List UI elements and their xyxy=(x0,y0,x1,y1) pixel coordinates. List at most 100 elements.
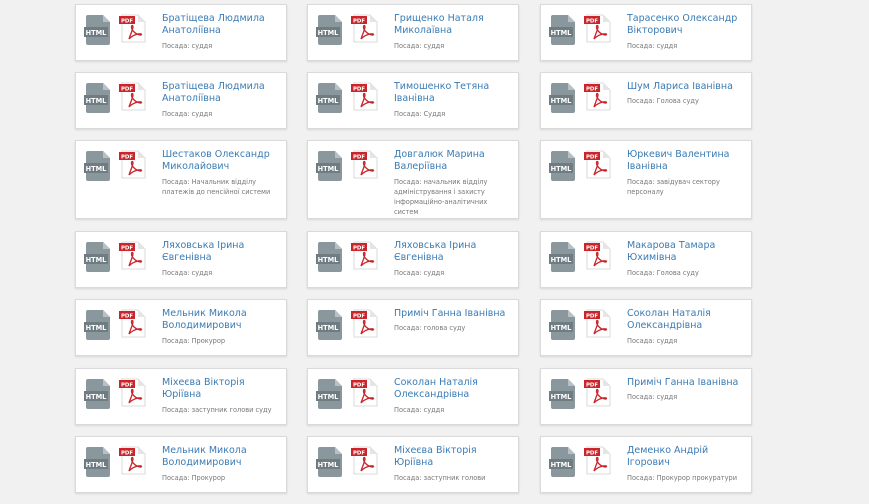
pdf-file-icon[interactable]: PDF xyxy=(584,81,612,111)
html-file-icon[interactable]: HTML xyxy=(316,83,344,113)
svg-text:PDF: PDF xyxy=(586,245,598,251)
svg-text:HTML: HTML xyxy=(551,461,573,469)
html-file-icon[interactable]: HTML xyxy=(84,15,112,45)
person-name-link[interactable]: Грищенко Наталя Миколаївна xyxy=(394,13,512,37)
person-name-link[interactable]: Тарасенко Олександр Вікторович xyxy=(627,13,745,37)
declaration-card: HTML PDF Юркевич Валентина Іванівна Поса… xyxy=(540,140,752,219)
person-name-link[interactable]: Шум Лариса Іванівна xyxy=(627,81,745,93)
position-text: Посада: суддя xyxy=(162,269,213,277)
position-text: Посада: суддя xyxy=(394,42,445,50)
declaration-card: HTML PDF Приміч Ганна Іванівна Посада: г… xyxy=(307,299,519,356)
html-file-icon[interactable]: HTML xyxy=(84,379,112,409)
position-text: Посада: Начальник відділу платежів до пе… xyxy=(162,178,271,196)
person-name-link[interactable]: Соколан Наталія Олександрівна xyxy=(394,377,512,401)
svg-text:HTML: HTML xyxy=(318,97,340,105)
html-file-icon[interactable]: HTML xyxy=(316,310,344,340)
declaration-card: HTML PDF Мельник Микола Володимирович По… xyxy=(75,299,287,356)
declaration-card: HTML PDF Соколан Наталія Олександрівна П… xyxy=(307,368,519,425)
html-file-icon[interactable]: HTML xyxy=(549,447,577,477)
person-name-link[interactable]: Тимошенко Тетяна Іванівна xyxy=(394,81,512,105)
html-file-icon[interactable]: HTML xyxy=(316,379,344,409)
html-file-icon[interactable]: HTML xyxy=(84,310,112,340)
svg-text:PDF: PDF xyxy=(353,313,365,319)
html-file-icon[interactable]: HTML xyxy=(316,447,344,477)
html-file-icon[interactable]: HTML xyxy=(549,310,577,340)
pdf-file-icon[interactable]: PDF xyxy=(584,445,612,475)
pdf-file-icon[interactable]: PDF xyxy=(119,308,147,338)
person-name-link[interactable]: Міхеєва Вікторія Юріївна xyxy=(162,377,280,401)
pdf-file-icon[interactable]: PDF xyxy=(584,308,612,338)
svg-text:HTML: HTML xyxy=(86,29,108,37)
pdf-file-icon[interactable]: PDF xyxy=(351,240,379,270)
html-file-icon[interactable]: HTML xyxy=(316,15,344,45)
position-text: Посада: суддя xyxy=(394,269,445,277)
svg-text:HTML: HTML xyxy=(551,165,573,173)
svg-text:PDF: PDF xyxy=(121,154,133,160)
svg-text:PDF: PDF xyxy=(121,18,133,24)
svg-text:PDF: PDF xyxy=(121,86,133,92)
person-name-link[interactable]: Приміч Ганна Іванівна xyxy=(627,377,745,389)
person-name-link[interactable]: Соколан Наталія Олександрівна xyxy=(627,308,745,332)
person-name-link[interactable]: Ляховська Ірина Євгенівна xyxy=(162,240,280,264)
position-text: Посада: суддя xyxy=(162,110,213,118)
person-name-link[interactable]: Братіщева Людмила Анатоліївна xyxy=(162,81,280,105)
position-text: Посада: Суддя xyxy=(394,110,446,118)
person-name-link[interactable]: Довгалюк Марина Валеріївна xyxy=(394,149,512,173)
declaration-card: HTML PDF Приміч Ганна Іванівна Посада: с… xyxy=(540,368,752,425)
declaration-card: HTML PDF Братіщева Людмила Анатоліївна П… xyxy=(75,72,287,129)
pdf-file-icon[interactable]: PDF xyxy=(351,445,379,475)
pdf-file-icon[interactable]: PDF xyxy=(351,81,379,111)
person-name-link[interactable]: Макарова Тамара Юхимівна xyxy=(627,240,745,264)
svg-text:HTML: HTML xyxy=(318,256,340,264)
person-name-link[interactable]: Приміч Ганна Іванівна xyxy=(394,308,512,320)
svg-text:HTML: HTML xyxy=(551,29,573,37)
person-name-link[interactable]: Ляховська Ірина Євгенівна xyxy=(394,240,512,264)
person-name-link[interactable]: Мельник Микола Володимирович xyxy=(162,308,280,332)
position-text: Посада: начальник відділу адмініструванн… xyxy=(394,178,488,216)
svg-text:PDF: PDF xyxy=(353,245,365,251)
pdf-file-icon[interactable]: PDF xyxy=(119,81,147,111)
svg-text:HTML: HTML xyxy=(551,324,573,332)
declaration-card: HTML PDF Мельник Микола Володимирович По… xyxy=(75,436,287,493)
person-name-link[interactable]: Юркевич Валентина Іванівна xyxy=(627,149,745,173)
declaration-card: HTML PDF Довгалюк Марина Валеріївна Поса… xyxy=(307,140,519,219)
pdf-file-icon[interactable]: PDF xyxy=(119,240,147,270)
svg-text:PDF: PDF xyxy=(121,450,133,456)
html-file-icon[interactable]: HTML xyxy=(316,242,344,272)
html-file-icon[interactable]: HTML xyxy=(316,151,344,181)
position-text: Посада: завідувач сектору персоналу xyxy=(627,178,720,196)
person-name-link[interactable]: Мельник Микола Володимирович xyxy=(162,445,280,469)
svg-text:HTML: HTML xyxy=(86,393,108,401)
pdf-file-icon[interactable]: PDF xyxy=(584,149,612,179)
pdf-file-icon[interactable]: PDF xyxy=(351,13,379,43)
html-file-icon[interactable]: HTML xyxy=(84,242,112,272)
pdf-file-icon[interactable]: PDF xyxy=(351,308,379,338)
html-file-icon[interactable]: HTML xyxy=(84,83,112,113)
pdf-file-icon[interactable]: PDF xyxy=(119,377,147,407)
pdf-file-icon[interactable]: PDF xyxy=(351,149,379,179)
declaration-card: HTML PDF Деменко Андрій Ігорович Посада:… xyxy=(540,436,752,493)
html-file-icon[interactable]: HTML xyxy=(84,447,112,477)
html-file-icon[interactable]: HTML xyxy=(549,151,577,181)
html-file-icon[interactable]: HTML xyxy=(549,379,577,409)
declaration-card: HTML PDF Братіщева Людмила Анатоліївна П… xyxy=(75,4,287,61)
pdf-file-icon[interactable]: PDF xyxy=(584,240,612,270)
person-name-link[interactable]: Шестаков Олександр Миколайович xyxy=(162,149,280,173)
person-name-link[interactable]: Міхеєва Вікторія Юріївна xyxy=(394,445,512,469)
html-file-icon[interactable]: HTML xyxy=(84,151,112,181)
person-name-link[interactable]: Деменко Андрій Ігорович xyxy=(627,445,745,469)
svg-text:HTML: HTML xyxy=(86,461,108,469)
pdf-file-icon[interactable]: PDF xyxy=(584,377,612,407)
pdf-file-icon[interactable]: PDF xyxy=(119,13,147,43)
pdf-file-icon[interactable]: PDF xyxy=(119,445,147,475)
html-file-icon[interactable]: HTML xyxy=(549,242,577,272)
html-file-icon[interactable]: HTML xyxy=(549,15,577,45)
svg-text:PDF: PDF xyxy=(121,382,133,388)
position-text: Посада: Голова суду xyxy=(627,97,699,105)
pdf-file-icon[interactable]: PDF xyxy=(584,13,612,43)
pdf-file-icon[interactable]: PDF xyxy=(351,377,379,407)
pdf-file-icon[interactable]: PDF xyxy=(119,149,147,179)
html-file-icon[interactable]: HTML xyxy=(549,83,577,113)
person-name-link[interactable]: Братіщева Людмила Анатоліївна xyxy=(162,13,280,37)
svg-text:HTML: HTML xyxy=(318,165,340,173)
